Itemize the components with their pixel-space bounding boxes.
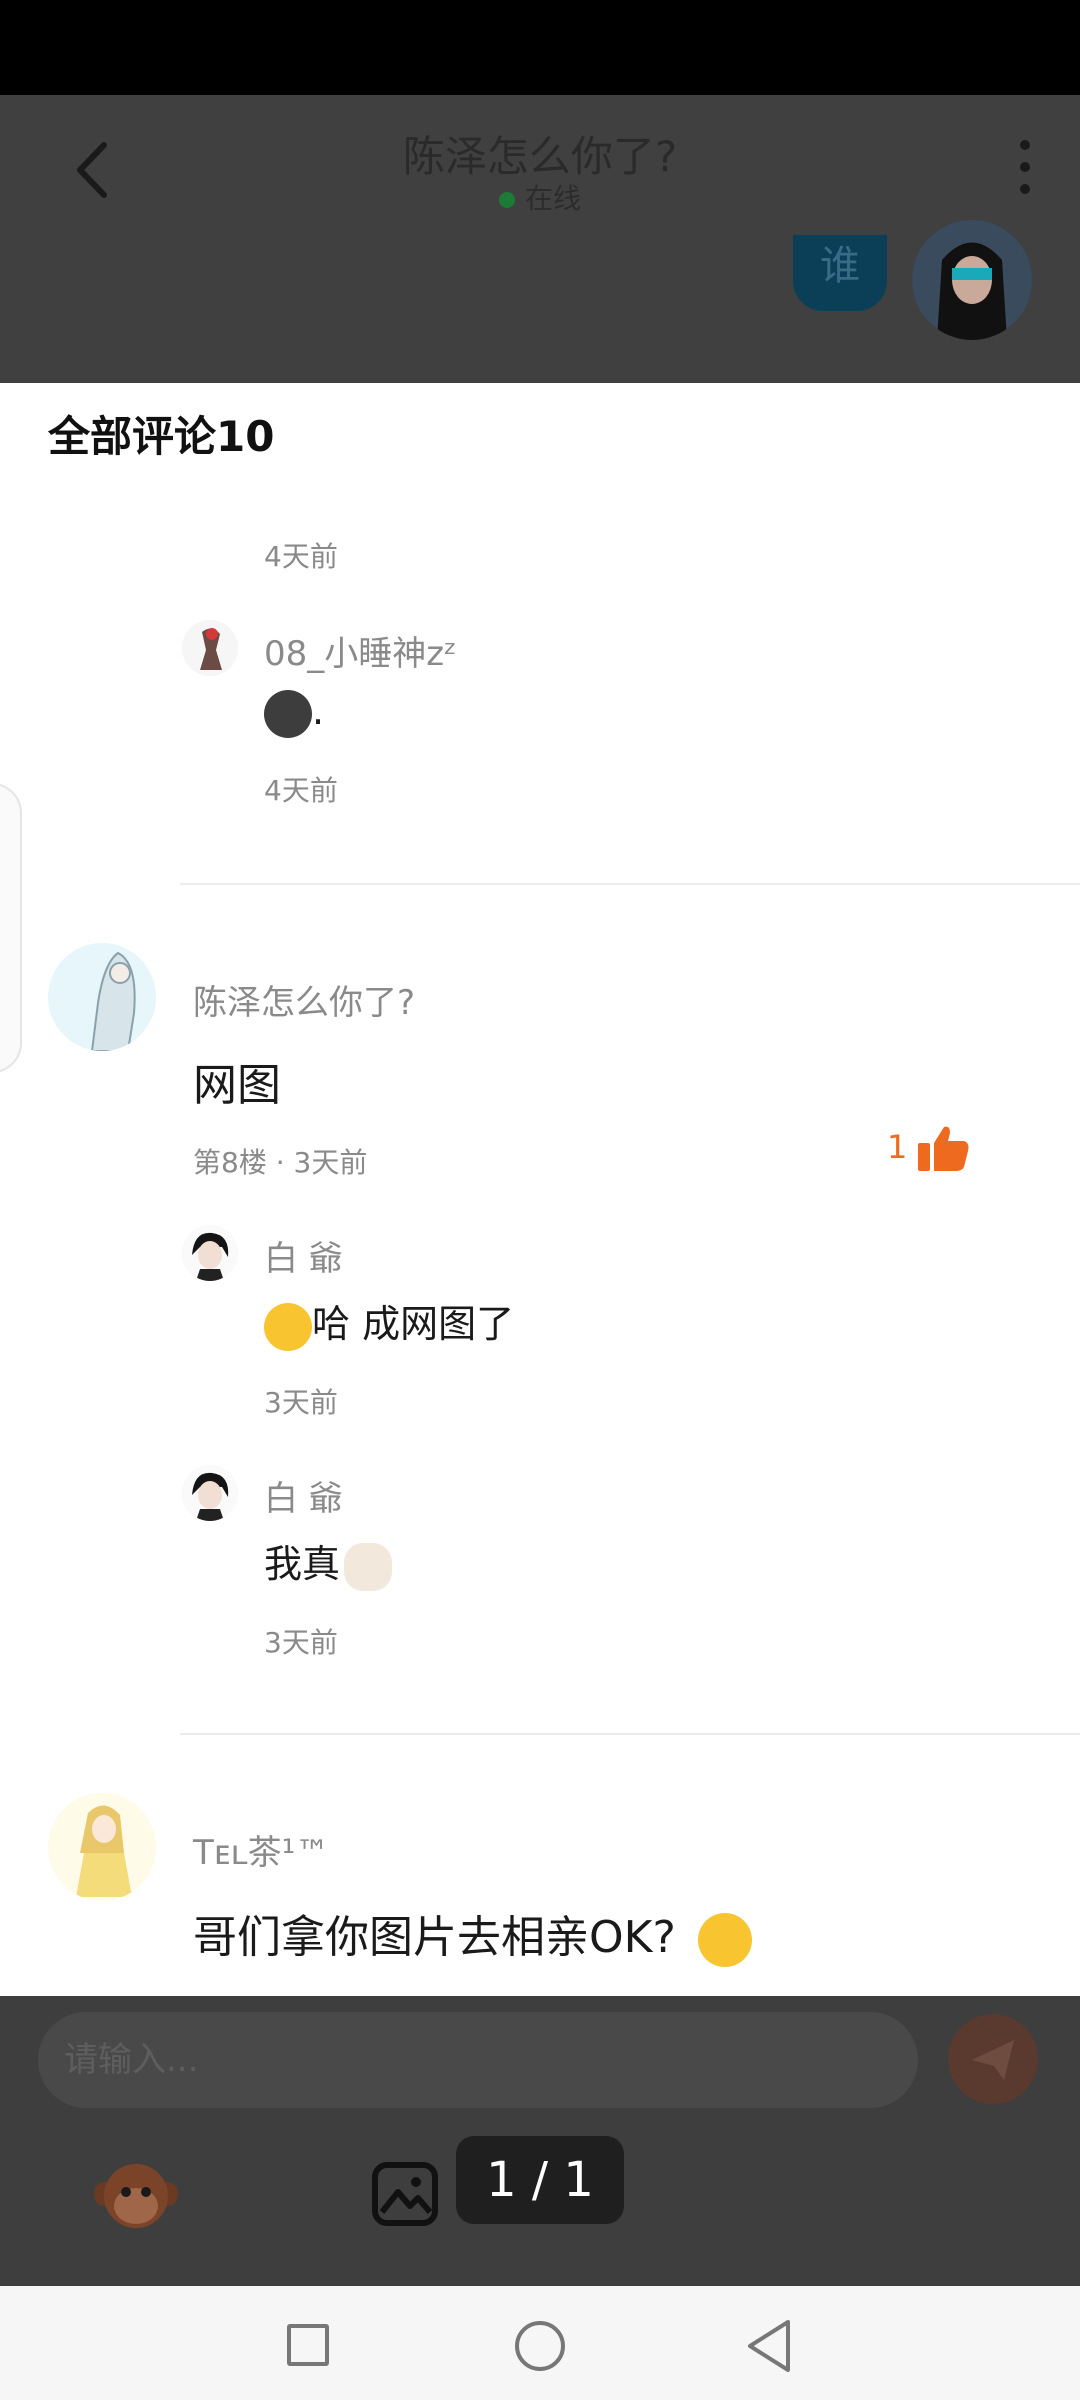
reply-time: 4天前 <box>264 774 338 807</box>
chat-header: 陈泽怎么你了? 在线 <box>0 95 1080 235</box>
divider <box>180 883 1080 885</box>
status-bar <box>0 0 1080 95</box>
avatar-image <box>182 620 238 676</box>
online-status: 在线 <box>0 177 1080 217</box>
image-button[interactable] <box>372 2162 438 2226</box>
message-bubble[interactable]: 谁 <box>793 235 887 311</box>
comment-text: 网图 <box>193 1060 281 1111</box>
comments-title: 全部评论10 <box>48 412 275 461</box>
avatar-image <box>182 1465 238 1521</box>
image-icon <box>372 2162 438 2226</box>
comment-author[interactable]: Tᴇʟ茶¹™ <box>193 1825 329 1874</box>
avatar-image <box>48 1793 156 1901</box>
avatar[interactable] <box>48 943 156 1051</box>
like-button[interactable] <box>916 1123 970 1173</box>
comment-author[interactable]: 陈泽怎么你了? <box>193 975 415 1024</box>
online-dot-icon <box>498 192 515 208</box>
emoji-sticker-button[interactable] <box>92 2156 180 2232</box>
reply-time: 3天前 <box>264 1386 338 1419</box>
divider <box>180 1733 1080 1735</box>
reply-text: 我真 <box>264 1533 393 1591</box>
avatar[interactable] <box>182 1225 238 1281</box>
recent-apps-button[interactable] <box>287 2324 329 2366</box>
thumbs-up-icon <box>918 1126 969 1171</box>
more-vertical-icon <box>1020 140 1030 150</box>
avatar-image <box>182 1225 238 1281</box>
system-back-button[interactable] <box>744 2318 794 2374</box>
avatar[interactable] <box>182 620 238 676</box>
avatar[interactable] <box>912 220 1032 340</box>
comment-text-body: 哥们拿你图片去相亲OK? <box>193 1912 676 1963</box>
reply-text-body: 哈 成网图了 <box>312 1302 515 1346</box>
reply-author[interactable]: 白 爺 <box>264 1471 343 1520</box>
triangle-back-icon <box>748 2320 790 2372</box>
reply-text: 哈 成网图了 <box>264 1293 514 1351</box>
send-icon <box>972 2040 1014 2080</box>
reply-author[interactable]: 08_小睡神zᶻ <box>264 626 457 675</box>
more-dot <box>1020 162 1030 172</box>
slight-smile-emoji-icon <box>264 1302 312 1351</box>
comment-text: 哥们拿你图片去相亲OK? <box>193 1901 752 1967</box>
dark-moon-emoji-icon <box>264 689 312 738</box>
avatar[interactable] <box>48 1793 156 1901</box>
avatar-image <box>912 220 1032 340</box>
reply-time: 4天前 <box>264 540 338 573</box>
avatar-image <box>48 943 156 1051</box>
reply-author[interactable]: 白 爺 <box>264 1231 343 1280</box>
reply-time: 3天前 <box>264 1626 338 1659</box>
message-input[interactable]: 请输入... <box>38 2012 918 2108</box>
online-status-label: 在线 <box>524 182 581 215</box>
more-dot <box>1020 184 1030 194</box>
reply-text-body: 我真 <box>264 1542 341 1586</box>
comment-meta: 第8楼 · 3天前 <box>193 1146 368 1179</box>
home-button[interactable] <box>515 2321 565 2371</box>
more-options-button[interactable] <box>1010 140 1040 200</box>
comments-sheet: 全部评论10 4天前 08_小睡神zᶻ . 4天前 陈泽怎么你了? 网图 第8楼… <box>0 383 1080 1996</box>
input-bar: 请输入... 1 / 1 <box>0 1996 1080 2286</box>
send-button[interactable] <box>948 2014 1038 2104</box>
relieved-face-emoji-icon <box>697 1913 752 1967</box>
chat-title: 陈泽怎么你了? <box>402 132 678 181</box>
system-nav-bar <box>0 2286 1080 2400</box>
avatar[interactable] <box>182 1465 238 1521</box>
screen: 陈泽怎么你了? 在线 谁 全部评论10 4天前 08_小睡神zᶻ . 4天前 陈… <box>0 0 1080 2400</box>
reply-text-suffix: . <box>312 689 325 733</box>
reply-text: . <box>264 689 324 738</box>
page-indicator: 1 / 1 <box>456 2136 624 2224</box>
like-count: 1 <box>887 1128 908 1166</box>
side-tab[interactable] <box>0 783 22 1073</box>
cow-face-emoji-icon <box>344 1542 393 1591</box>
monkey-face-icon <box>94 2164 178 2228</box>
